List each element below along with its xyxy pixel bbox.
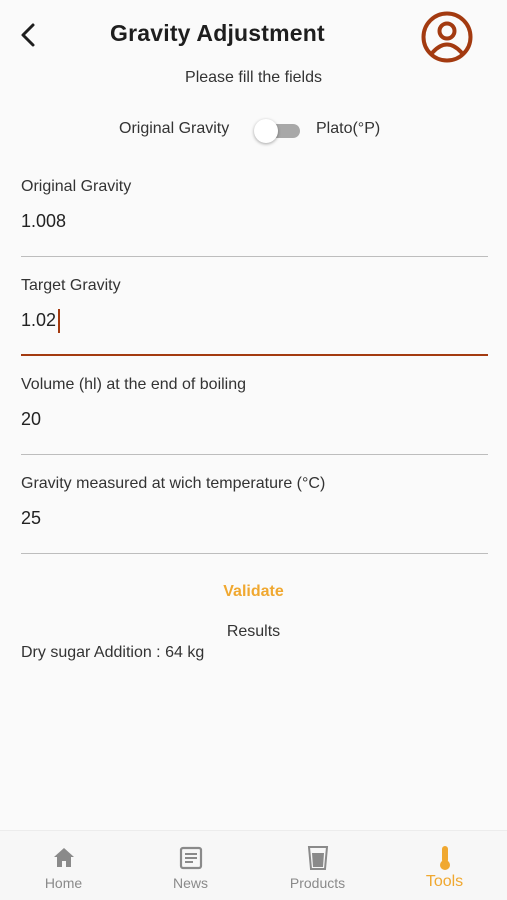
chevron-left-icon [21,23,35,47]
field-underline [21,354,488,356]
header: Gravity Adjustment [0,0,507,68]
profile-button[interactable] [420,10,474,64]
unit-toggle-row: Original Gravity Plato(°P) [0,116,507,144]
glass-icon [307,846,328,870]
results-title: Results [226,623,281,640]
field-label: Volume (hl) at the end of boiling [21,376,247,393]
text-cursor [58,309,60,333]
validate-button[interactable]: Validate [0,583,507,601]
nav-home[interactable]: Home [0,831,127,900]
thermometer-icon [439,846,450,870]
temperature-field: Gravity measured at wich temperature (°C… [21,475,488,555]
switch-knob [254,119,278,143]
target-gravity-field: Target Gravity [21,277,488,357]
field-label: Target Gravity [21,277,121,294]
nav-label-home: Home [44,875,83,891]
nav-label-news: News [172,875,208,891]
nav-news[interactable]: News [127,831,254,900]
field-underline [21,454,488,455]
toggle-label-plato: Plato(°P) [316,120,381,137]
field-label: Original Gravity [21,178,132,195]
back-button[interactable] [14,20,44,50]
original-gravity-field: Original Gravity [21,178,488,258]
original-gravity-input[interactable] [21,204,488,238]
nav-label-products: Products [289,875,346,891]
temperature-input[interactable] [21,501,488,535]
news-icon [179,846,202,870]
app-screen: Gravity Adjustment Please fill the field… [0,0,507,900]
unit-toggle-switch[interactable] [254,118,302,144]
instruction-text: Please fill the fields [185,69,322,86]
nav-tools[interactable]: Tools [381,831,507,900]
home-icon [53,848,74,867]
volume-field: Volume (hl) at the end of boiling [21,376,488,456]
nav-label-tools: Tools [425,873,464,890]
page-title: Gravity Adjustment [110,20,325,46]
user-circle-icon [421,11,473,63]
field-underline [21,256,488,257]
bottom-navigation: Home News Products Tools [0,830,507,900]
result-text: Dry sugar Addition : 64 kg [21,644,205,661]
nav-products[interactable]: Products [254,831,381,900]
field-underline [21,553,488,554]
toggle-label-gravity: Original Gravity [119,120,230,137]
target-gravity-input[interactable] [21,303,488,337]
field-label: Gravity measured at wich temperature (°C… [21,475,326,492]
volume-input[interactable] [21,402,488,436]
